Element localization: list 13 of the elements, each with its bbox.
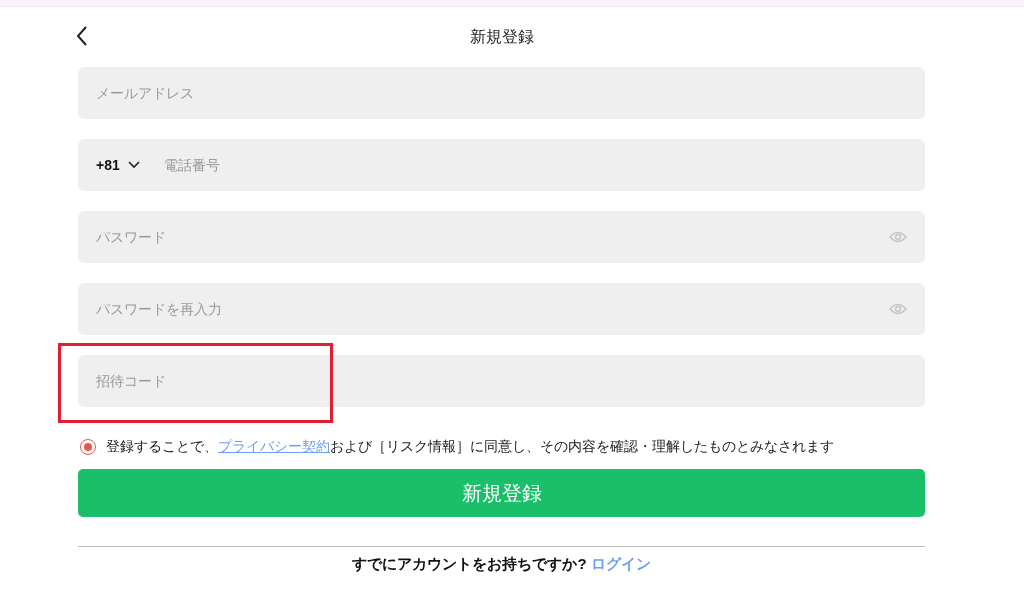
input-field[interactable]: パスワード — [78, 211, 925, 263]
input-field[interactable]: 招待コード — [78, 355, 925, 407]
caret-icon[interactable] — [127, 161, 140, 169]
account-question: すでにアカウントをお持ちですか? — [352, 555, 587, 574]
privacy-link[interactable]: プライバシー契約 — [218, 439, 330, 454]
page-title: 新規登録 — [469, 26, 534, 47]
back-icon — [76, 25, 88, 47]
consent-text: 登録することで、プライバシー契約および［リスク情報］に同意し、その内容を確認・理解したものとみなされます — [106, 438, 834, 456]
input-field[interactable]: パスワードを再入力 — [78, 283, 925, 335]
register-button[interactable]: 新規登録 — [78, 469, 925, 517]
country-code[interactable]: +81 — [96, 157, 120, 173]
input-field[interactable]: メールアドレス — [78, 67, 925, 119]
login-link[interactable]: ログイン — [590, 555, 651, 574]
